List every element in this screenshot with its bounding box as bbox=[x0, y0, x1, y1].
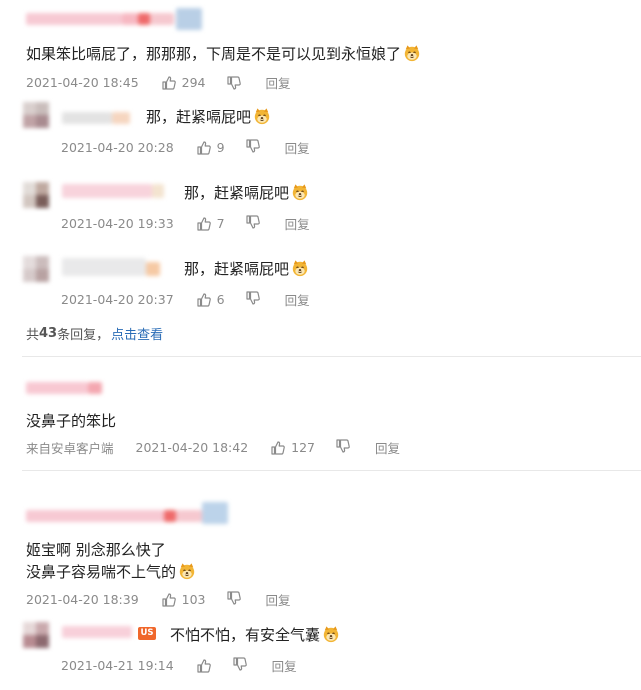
dislike-button[interactable] bbox=[335, 438, 351, 457]
thumbs-down-icon bbox=[245, 138, 261, 154]
comment-meta: 2021-04-20 18:39 103 回复 bbox=[26, 590, 291, 609]
reply-count: 43 bbox=[39, 326, 58, 341]
reply-meta: 2021-04-20 20:28 9 回复 bbox=[61, 138, 310, 157]
username-blurred[interactable] bbox=[62, 112, 132, 126]
username-blurred[interactable] bbox=[62, 256, 172, 278]
reply-button[interactable]: 回复 bbox=[285, 138, 310, 157]
like-count: 294 bbox=[181, 75, 206, 90]
username-blurred[interactable] bbox=[62, 182, 172, 202]
like-button[interactable]: 103 bbox=[161, 592, 206, 608]
timestamp: 2021-04-20 20:37 bbox=[61, 292, 174, 307]
divider bbox=[22, 356, 641, 357]
avatar[interactable] bbox=[23, 102, 49, 128]
thumbs-up-icon bbox=[196, 216, 212, 232]
comment-text: 如果笨比嗝屁了，那那那，下周是不是可以见到永恒娘了 bbox=[26, 43, 421, 64]
thumbs-down-icon bbox=[232, 656, 248, 672]
like-count: 9 bbox=[216, 140, 225, 155]
avatar[interactable] bbox=[23, 182, 49, 208]
like-button[interactable] bbox=[196, 658, 212, 674]
like-button[interactable]: 9 bbox=[196, 140, 225, 156]
username-blurred[interactable] bbox=[26, 502, 236, 524]
thumbs-down-icon bbox=[226, 75, 242, 91]
like-count: 127 bbox=[291, 440, 316, 455]
timestamp: 2021-04-20 18:42 bbox=[135, 440, 249, 455]
thumbs-down-icon bbox=[335, 438, 351, 454]
comment-text-line-2: 没鼻子容易喘不上气的 bbox=[26, 561, 196, 582]
reply-summary: 共 43 条回复， 点击查看 bbox=[26, 324, 164, 343]
doge-emoji-icon bbox=[178, 562, 196, 580]
reply-text: 那，赶紧嗝屁吧 bbox=[184, 258, 309, 279]
reply-text: 那，赶紧嗝屁吧 bbox=[184, 182, 309, 203]
reply-meta: 2021-04-20 20:37 6 回复 bbox=[61, 290, 310, 309]
timestamp: 2021-04-20 20:28 bbox=[61, 140, 174, 155]
dislike-button[interactable] bbox=[245, 290, 261, 309]
dislike-button[interactable] bbox=[245, 138, 261, 157]
username-blurred[interactable] bbox=[26, 8, 226, 30]
thumbs-up-icon bbox=[161, 75, 177, 91]
reply-text: 不怕不怕，有安全气囊 bbox=[170, 624, 340, 645]
doge-emoji-icon bbox=[253, 107, 271, 125]
comment-meta: 来自安卓客户端 2021-04-20 18:42 127 回复 bbox=[26, 438, 400, 457]
client-source: 来自安卓客户端 bbox=[26, 441, 114, 456]
reply-button[interactable]: 回复 bbox=[266, 590, 291, 609]
like-count: 6 bbox=[216, 292, 225, 307]
like-count: 7 bbox=[216, 216, 225, 231]
like-count: 103 bbox=[181, 592, 206, 607]
reply-button[interactable]: 回复 bbox=[272, 656, 297, 675]
thumbs-up-icon bbox=[161, 592, 177, 608]
divider bbox=[22, 470, 641, 471]
thumbs-up-icon bbox=[270, 440, 286, 456]
timestamp: 2021-04-20 18:45 bbox=[26, 75, 139, 90]
dislike-button[interactable] bbox=[245, 214, 261, 233]
timestamp: 2021-04-20 18:39 bbox=[26, 592, 139, 607]
doge-emoji-icon bbox=[291, 259, 309, 277]
username-blurred[interactable] bbox=[26, 380, 116, 396]
thumbs-up-icon bbox=[196, 292, 212, 308]
timestamp: 2021-04-21 19:14 bbox=[61, 658, 174, 673]
timestamp: 2021-04-20 19:33 bbox=[61, 216, 174, 231]
thumbs-down-icon bbox=[226, 590, 242, 606]
like-button[interactable]: 6 bbox=[196, 292, 225, 308]
doge-emoji-icon bbox=[403, 44, 421, 62]
reply-button[interactable]: 回复 bbox=[266, 73, 291, 92]
thumbs-down-icon bbox=[245, 290, 261, 306]
region-badge: US bbox=[138, 627, 156, 640]
dislike-button[interactable] bbox=[226, 75, 242, 91]
reply-meta: 2021-04-21 19:14 回复 bbox=[61, 656, 297, 675]
doge-emoji-icon bbox=[322, 625, 340, 643]
like-button[interactable]: 127 bbox=[270, 440, 315, 456]
reply-button[interactable]: 回复 bbox=[285, 290, 310, 309]
avatar[interactable] bbox=[23, 256, 49, 282]
thumbs-up-icon bbox=[196, 658, 212, 674]
username-blurred[interactable] bbox=[62, 626, 134, 640]
thumbs-up-icon bbox=[196, 140, 212, 156]
dislike-button[interactable] bbox=[232, 656, 248, 675]
like-button[interactable]: 294 bbox=[161, 75, 206, 91]
avatar[interactable] bbox=[23, 622, 49, 648]
reply-meta: 2021-04-20 19:33 7 回复 bbox=[61, 214, 310, 233]
view-replies-link[interactable]: 点击查看 bbox=[111, 324, 163, 343]
comment-text-line-1: 姬宝啊 别念那么快了 bbox=[26, 541, 166, 559]
comment-meta: 2021-04-20 18:45 294 回复 bbox=[26, 73, 291, 92]
reply-button[interactable]: 回复 bbox=[285, 214, 310, 233]
thumbs-down-icon bbox=[245, 214, 261, 230]
dislike-button[interactable] bbox=[226, 590, 242, 609]
doge-emoji-icon bbox=[291, 183, 309, 201]
like-button[interactable]: 7 bbox=[196, 216, 225, 232]
reply-text: 那，赶紧嗝屁吧 bbox=[146, 106, 271, 127]
comment-text: 没鼻子的笨比 bbox=[26, 412, 117, 430]
reply-button[interactable]: 回复 bbox=[375, 438, 400, 457]
